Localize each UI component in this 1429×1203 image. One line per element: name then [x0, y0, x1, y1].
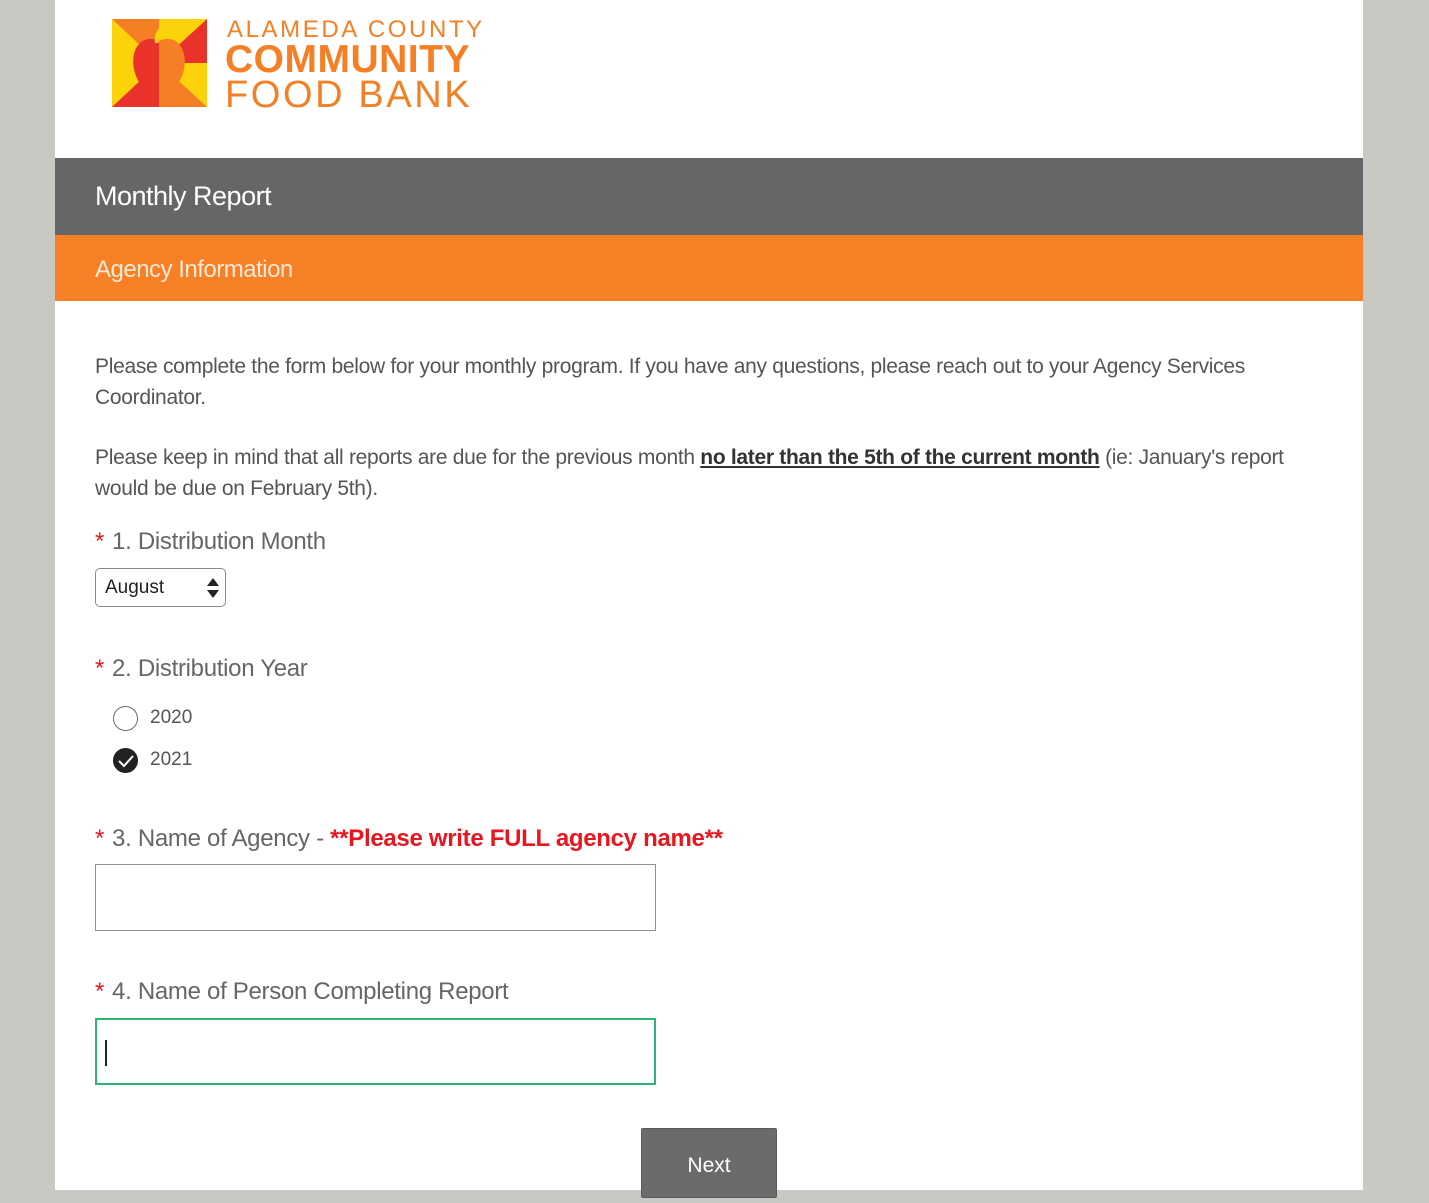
deadline-emphasis: no later than the 5th of the current mon…	[700, 446, 1100, 469]
month-select-value: August	[105, 577, 165, 598]
text-caret	[105, 1040, 107, 1066]
intro-paragraph-2: Please keep in mind that all reports are…	[95, 442, 1325, 504]
question-label: 2. Distribution Year	[112, 655, 308, 682]
next-button[interactable]: Next	[641, 1128, 777, 1198]
apple-logo-icon	[112, 19, 207, 107]
question-distribution-month: * 1. Distribution Month	[95, 528, 326, 556]
month-select[interactable]: August	[95, 568, 226, 607]
radio-label: 2020	[150, 707, 193, 728]
required-marker: *	[95, 655, 105, 682]
survey-title-bar: Monthly Report	[55, 158, 1363, 235]
question-label: 3. Name of Agency -	[112, 825, 331, 852]
required-marker: *	[95, 825, 105, 852]
agency-name-input[interactable]	[95, 864, 656, 931]
logo-text-line3: FOOD BANK	[225, 74, 473, 116]
person-name-input[interactable]	[95, 1018, 656, 1085]
required-marker: *	[95, 978, 105, 1005]
radio-button[interactable]	[113, 706, 138, 731]
question-label: 1. Distribution Month	[112, 528, 326, 555]
page-title-bar: Agency Information	[55, 235, 1363, 301]
intro-paragraph-1: Please complete the form below for your …	[95, 355, 1245, 409]
question-label: 4. Name of Person Completing Report	[112, 978, 509, 1005]
intro-text-before: Please keep in mind that all reports are…	[95, 446, 701, 469]
select-arrows-icon	[207, 578, 219, 598]
question-person-name: * 4. Name of Person Completing Report	[95, 978, 509, 1006]
radio-label: 2021	[150, 749, 193, 770]
survey-page: ALAMEDA COUNTY COMMUNITY FOOD BANK Month…	[55, 0, 1363, 1198]
question-distribution-year: * 2. Distribution Year	[95, 655, 308, 683]
agency-name-instruction: **Please write FULL agency name**	[330, 825, 723, 852]
checkmark-icon	[118, 755, 134, 768]
page-title: Agency Information	[95, 256, 293, 283]
required-marker: *	[95, 528, 105, 555]
question-agency-name: * 3. Name of Agency - **Please write FULL…	[95, 825, 723, 853]
survey-title: Monthly Report	[95, 181, 272, 211]
food-bank-logo: ALAMEDA COUNTY COMMUNITY FOOD BANK	[112, 16, 492, 116]
radio-button-checked[interactable]	[113, 748, 138, 773]
